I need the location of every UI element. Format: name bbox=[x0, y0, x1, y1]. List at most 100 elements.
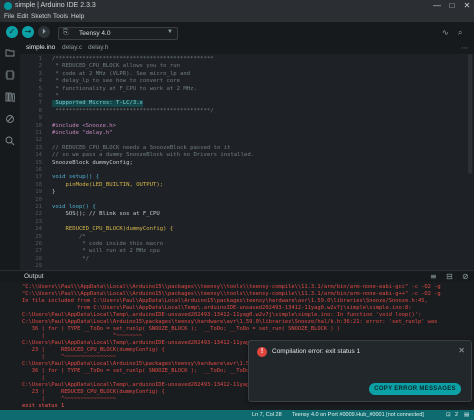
code-line[interactable]: */ bbox=[52, 256, 89, 263]
copy-error-messages-button[interactable]: COPY ERROR MESSAGES bbox=[369, 383, 461, 395]
line-number: 23 bbox=[35, 218, 42, 225]
output-line: from C:\Users\Paul\AppData\Local\Temp\.a… bbox=[22, 305, 412, 311]
line-number: 21 bbox=[35, 204, 42, 210]
output-line: | ^~~~~~~~~ bbox=[22, 333, 143, 339]
code-line[interactable]: #include "delay.h" bbox=[52, 130, 113, 137]
output-line: C:\Users\Paul\AppData\Local\Temp\.arduin… bbox=[22, 312, 422, 318]
serial-monitor-icon[interactable]: ⌕ bbox=[458, 28, 462, 38]
lock-scroll-icon[interactable]: ⊟ bbox=[446, 272, 453, 281]
minimize-button[interactable]: — bbox=[430, 1, 444, 11]
line-number: 9 bbox=[38, 115, 42, 122]
code-line[interactable]: * delay_lp to see how to convert core bbox=[52, 78, 180, 85]
verify-button[interactable]: ✓ bbox=[6, 26, 18, 38]
line-number: 22 bbox=[35, 211, 42, 218]
line-number: 5 bbox=[38, 85, 42, 92]
editor-tabs: simple.ino delay.c delay.h ⋯ bbox=[20, 42, 474, 55]
upload-button[interactable]: → bbox=[22, 26, 34, 38]
line-number: 14 bbox=[35, 152, 42, 159]
board-port-status[interactable]: Teensy 4.0 on Port #0009.Hub_#0001 [not … bbox=[292, 412, 424, 418]
code-line[interactable]: REDUCED_CPU_BLOCK(dummyConfig) { bbox=[52, 226, 173, 233]
line-number: 15 bbox=[35, 159, 42, 166]
code-line[interactable]: * bbox=[52, 93, 58, 100]
output-line: | ^~~~~~~ bbox=[22, 375, 282, 381]
line-number: 2 bbox=[38, 63, 42, 70]
code-line[interactable]: /* bbox=[52, 234, 86, 241]
status-bar: Ln 7, Col 28 Teensy 4.0 on Port #0009.Hu… bbox=[0, 410, 474, 420]
window-title: simple | Arduino IDE 2.3.3 bbox=[15, 2, 96, 9]
menu-bar: File Edit Sketch Tools Help bbox=[0, 12, 474, 22]
code-line[interactable]: void setup() { bbox=[52, 174, 99, 181]
error-icon: ! bbox=[257, 347, 267, 357]
line-number: 16 bbox=[35, 167, 42, 173]
output-panel-title: Output bbox=[24, 273, 44, 280]
boards-manager-icon[interactable] bbox=[5, 70, 15, 80]
board-name: Teensy 4.0 bbox=[79, 29, 111, 37]
line-number: 17 bbox=[35, 174, 42, 181]
code-line[interactable]: Supported Micros: T-LC/3.x bbox=[52, 100, 143, 108]
code-line[interactable]: * REDUCED_CPU_BLOCK allows you to run bbox=[52, 63, 180, 70]
arduino-ide-window: simple | Arduino IDE 2.3.3 — □ ✕ File Ed… bbox=[0, 0, 474, 420]
menu-tools[interactable]: Tools bbox=[53, 13, 68, 20]
line-number: 20 bbox=[35, 196, 42, 203]
panel-layout-icon[interactable]: ▤ bbox=[464, 412, 469, 418]
code-line[interactable]: SnoozeBlock dummyConfig; bbox=[52, 160, 133, 167]
activity-sidebar bbox=[0, 42, 21, 270]
debug-icon[interactable] bbox=[5, 114, 15, 124]
title-bar: simple | Arduino IDE 2.3.3 — □ ✕ bbox=[0, 0, 474, 12]
library-manager-icon[interactable] bbox=[5, 92, 16, 103]
code-line[interactable]: * code at 2 MHz (VLPR). See micro_lp and bbox=[52, 71, 190, 78]
output-line: C:\Users\Paul\AppData\Local\Arduino15\pa… bbox=[22, 319, 438, 325]
toolbar: ✓ → ⏵ ⎘ Teensy 4.0 ▼ ∿ ⌕ bbox=[0, 22, 474, 42]
line-number-gutter: 1 2 3 4 5 6 7 8 9 10 11 12 13 14 15 16 17 18 19 20 21 22 23 24 2… bbox=[20, 54, 46, 270]
close-notification-icon[interactable]: ✕ bbox=[458, 346, 465, 355]
line-number: 8 bbox=[38, 107, 42, 114]
code-line[interactable]: * will run at 2 MHz cpu bbox=[52, 248, 159, 255]
clear-output-icon[interactable]: ⊘ bbox=[462, 272, 469, 281]
folder-icon[interactable] bbox=[5, 48, 15, 58]
code-area[interactable]: /***************************************… bbox=[52, 54, 462, 270]
menu-help[interactable]: Help bbox=[71, 13, 84, 20]
notification-count: 2 bbox=[455, 412, 459, 418]
filter-icon[interactable]: ≡ bbox=[430, 272, 437, 281]
output-line: "C:\\Users\\Paul\\AppData\\Local\\Arduin… bbox=[22, 291, 441, 297]
code-line[interactable]: } bbox=[52, 189, 55, 196]
tab-delay-c[interactable]: delay.c bbox=[62, 42, 82, 54]
menu-file[interactable]: File bbox=[4, 13, 14, 20]
line-number: 18 bbox=[35, 181, 42, 188]
output-line: "C:\\Users\\Paul\\AppData\\Local\\Arduin… bbox=[22, 284, 441, 290]
debug-button[interactable]: ⏵ bbox=[38, 26, 50, 38]
editor-scrollbar[interactable] bbox=[468, 54, 472, 174]
code-line[interactable]: pinMode(LED_BUILTIN, OUTPUT); bbox=[52, 182, 163, 189]
output-line: | ^~~~~~~~~~~~~~~~~ bbox=[22, 396, 117, 402]
board-selector[interactable]: ⎘ Teensy 4.0 ▼ bbox=[58, 27, 178, 40]
line-number: 7 bbox=[38, 100, 42, 107]
line-number: 4 bbox=[38, 78, 42, 85]
code-line[interactable]: /***************************************… bbox=[52, 56, 214, 63]
code-line[interactable]: ****************************************… bbox=[52, 108, 213, 115]
code-line[interactable]: // REDUCED_CPU_BLOCK needs a SnoozeBlock… bbox=[52, 145, 231, 152]
output-line: | ^~~~~~~~~~~~~~~~~ bbox=[22, 354, 117, 360]
output-line: exit status 1 bbox=[22, 403, 65, 409]
tab-delay-h[interactable]: delay.h bbox=[88, 42, 108, 54]
code-line[interactable]: * code inside this macro bbox=[52, 241, 163, 248]
arduino-logo-icon bbox=[4, 2, 12, 10]
close-window-button[interactable]: ✕ bbox=[460, 1, 474, 11]
search-icon[interactable] bbox=[5, 136, 15, 146]
notifications-icon[interactable]: ⊡ bbox=[446, 412, 451, 418]
menu-edit[interactable]: Edit bbox=[17, 13, 28, 20]
code-line[interactable]: #include <Snooze.h> bbox=[52, 123, 116, 130]
usb-icon: ⎘ bbox=[63, 29, 69, 36]
code-editor[interactable]: 1 2 3 4 5 6 7 8 9 10 11 12 13 14 15 16 17 18 19 20 21 22 23 24 2… bbox=[20, 54, 474, 270]
code-line[interactable]: void loop() { bbox=[52, 204, 96, 211]
menu-sketch[interactable]: Sketch bbox=[31, 13, 51, 20]
code-line[interactable]: SOS(); // Blink sos at F_CPU bbox=[52, 211, 159, 218]
code-line[interactable]: * functionality at F_CPU to work at 2 MH… bbox=[52, 86, 196, 93]
line-number: 12 bbox=[35, 137, 42, 144]
code-line[interactable]: // so we pass a dummy SnoozeBlock with n… bbox=[52, 152, 254, 159]
output-line: In file included from C:\Users\Paul\AppD… bbox=[22, 298, 428, 304]
more-tabs-icon[interactable]: ⋯ bbox=[462, 42, 469, 54]
serial-plotter-icon[interactable]: ∿ bbox=[442, 28, 449, 37]
line-number: 6 bbox=[38, 93, 42, 99]
line-number: 29 bbox=[35, 263, 42, 270]
maximize-button[interactable]: □ bbox=[445, 1, 459, 11]
